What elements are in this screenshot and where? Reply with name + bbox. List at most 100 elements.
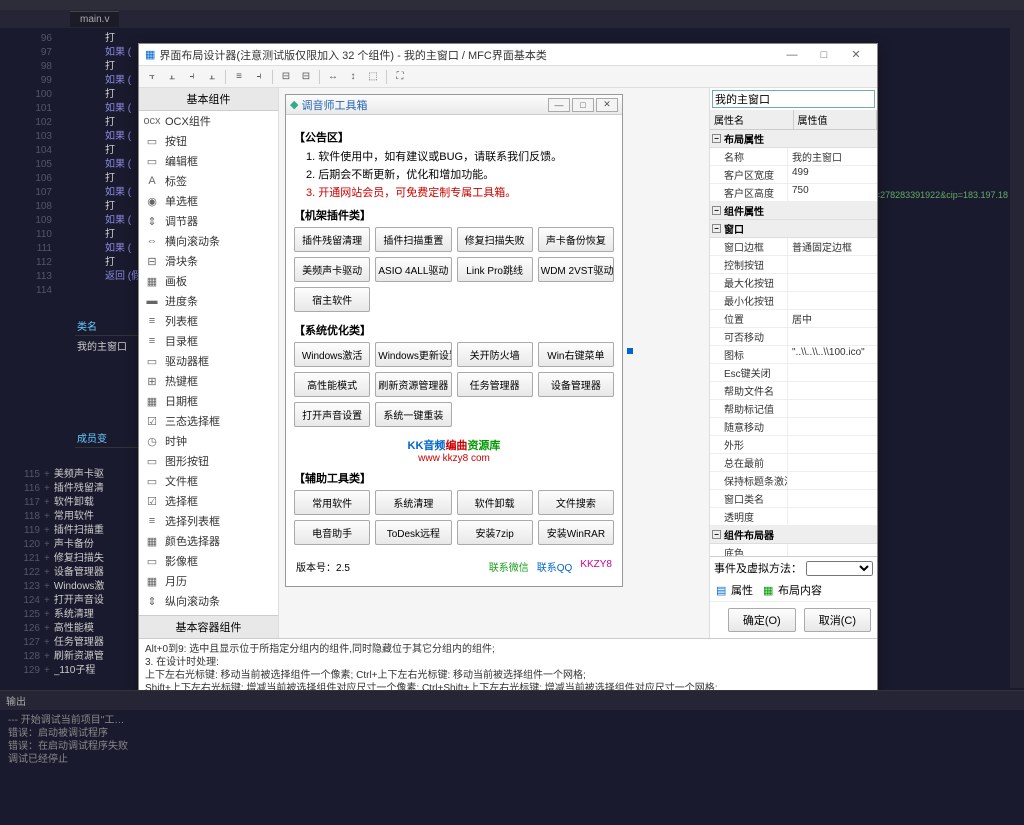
outline-item[interactable]: 123+Windows激 bbox=[20, 580, 135, 594]
outline-item[interactable]: 116+插件残留清 bbox=[20, 482, 135, 496]
palette-item[interactable]: ☑选择框 bbox=[139, 491, 278, 511]
align-right-icon[interactable]: ⫠ bbox=[163, 68, 181, 86]
align-top-icon[interactable]: ⫞ bbox=[183, 68, 201, 86]
palette-item[interactable]: ▭驱动器框 bbox=[139, 351, 278, 371]
link-wechat[interactable]: 联系微信 bbox=[489, 559, 529, 574]
tool-button[interactable]: 宿主软件 bbox=[294, 287, 370, 312]
link-kkzy[interactable]: KKZY8 bbox=[580, 559, 612, 574]
tool-button[interactable]: Windows激活 bbox=[294, 342, 370, 367]
link-qq[interactable]: 联系QQ bbox=[537, 559, 573, 574]
palette-item[interactable]: ⊞热键框 bbox=[139, 371, 278, 391]
outline-item[interactable]: 119+插件扫描重 bbox=[20, 524, 135, 538]
outline-item[interactable]: 121+修复扫描失 bbox=[20, 552, 135, 566]
tool-button[interactable]: 打开声音设置 bbox=[294, 402, 370, 427]
prop-row[interactable]: 窗口类名 bbox=[710, 490, 877, 508]
palette-item[interactable]: ▬进度条 bbox=[139, 291, 278, 311]
same-height-icon[interactable]: ↕ bbox=[344, 68, 362, 86]
palette-item[interactable]: A标签 bbox=[139, 171, 278, 191]
prop-group[interactable]: −组件布局器 bbox=[710, 526, 877, 544]
distribute-v-icon[interactable]: ⊟ bbox=[297, 68, 315, 86]
tool-button[interactable]: ToDesk远程 bbox=[375, 520, 451, 545]
maximize-icon[interactable]: □ bbox=[809, 46, 839, 64]
palette-item[interactable]: ◷时钟 bbox=[139, 431, 278, 451]
palette-item[interactable]: ▭文件框 bbox=[139, 471, 278, 491]
palette-item[interactable]: ▭编辑框 bbox=[139, 151, 278, 171]
palette-item[interactable]: ocxOCX组件 bbox=[139, 111, 278, 131]
palette-item[interactable]: ◉单选框 bbox=[139, 191, 278, 211]
outline-item[interactable]: 117+软件卸载 bbox=[20, 496, 135, 510]
tool-button[interactable]: 设备管理器 bbox=[538, 372, 614, 397]
selection-handle[interactable] bbox=[627, 348, 633, 354]
outline-item[interactable]: 126+高性能模 bbox=[20, 622, 135, 636]
expand-icon[interactable]: ⛶ bbox=[391, 68, 409, 86]
tool-button[interactable]: 安装WinRAR bbox=[538, 520, 614, 545]
tool-button[interactable]: ASIO 4ALL驱动 bbox=[375, 257, 451, 282]
prop-row[interactable]: 帮助文件名 bbox=[710, 382, 877, 400]
component-selector[interactable] bbox=[712, 90, 875, 108]
palette-item[interactable]: ▦日期框 bbox=[139, 391, 278, 411]
tool-button[interactable]: 刷新资源管理器 bbox=[375, 372, 451, 397]
prop-row[interactable]: Esc键关闭 bbox=[710, 364, 877, 382]
dialog-titlebar[interactable]: ▦ 界面布局设计器(注意测试版仅限加入 32 个组件) - 我的主窗口 / MF… bbox=[139, 44, 877, 66]
prop-row[interactable]: 透明度 bbox=[710, 508, 877, 526]
tool-button[interactable]: 电音助手 bbox=[294, 520, 370, 545]
prop-row[interactable]: 外形 bbox=[710, 436, 877, 454]
outline-item[interactable]: 128+刷新资源管 bbox=[20, 650, 135, 664]
prop-row[interactable]: 随意移动 bbox=[710, 418, 877, 436]
tool-button[interactable]: WDM 2VST驱动 bbox=[538, 257, 614, 282]
tool-button[interactable]: 声卡备份恢复 bbox=[538, 227, 614, 252]
tool-button[interactable]: Windows更新设置 bbox=[375, 342, 451, 367]
tool-button[interactable]: 系统清理 bbox=[375, 490, 451, 515]
ok-button[interactable]: 确定(O) bbox=[728, 608, 796, 632]
prop-row[interactable]: 客户区宽度499 bbox=[710, 166, 877, 184]
palette-item[interactable]: ⇕调节器 bbox=[139, 211, 278, 231]
prop-row[interactable]: 可否移动 bbox=[710, 328, 877, 346]
tool-button[interactable]: 高性能模式 bbox=[294, 372, 370, 397]
same-width-icon[interactable]: ↔ bbox=[324, 68, 342, 86]
tool-button[interactable]: 修复扫描失败 bbox=[457, 227, 533, 252]
prop-row[interactable]: 图标"..\\..\\..\\100.ico" bbox=[710, 346, 877, 364]
tab-layout-content[interactable]: ▦布局内容 bbox=[763, 582, 822, 598]
tool-titlebar[interactable]: ◆ 调音师工具箱 — □ ✕ bbox=[286, 95, 622, 115]
palette-item[interactable]: ▦画板 bbox=[139, 271, 278, 291]
outline-item[interactable]: 125+系统清理 bbox=[20, 608, 135, 622]
align-center-h-icon[interactable]: ≡ bbox=[230, 68, 248, 86]
align-left-icon[interactable]: ⫟ bbox=[143, 68, 161, 86]
prop-group[interactable]: −窗口 bbox=[710, 220, 877, 238]
tool-button[interactable]: 任务管理器 bbox=[457, 372, 533, 397]
tool-button[interactable]: 软件卸载 bbox=[457, 490, 533, 515]
tool-button[interactable]: Link Pro跳线 bbox=[457, 257, 533, 282]
palette-item[interactable]: ▭按钮 bbox=[139, 131, 278, 151]
scrollbar[interactable] bbox=[1010, 28, 1024, 688]
prop-group[interactable]: −布局属性 bbox=[710, 130, 877, 148]
tool-button[interactable]: 文件搜索 bbox=[538, 490, 614, 515]
palette-item[interactable]: ▦月历 bbox=[139, 571, 278, 591]
prop-row[interactable]: 名称我的主窗口 bbox=[710, 148, 877, 166]
tool-max-icon[interactable]: □ bbox=[572, 98, 594, 112]
outline-item[interactable]: 127+任务管理器 bbox=[20, 636, 135, 650]
same-size-icon[interactable]: ⬚ bbox=[364, 68, 382, 86]
prop-row[interactable]: 帮助标记值 bbox=[710, 400, 877, 418]
distribute-h-icon[interactable]: ⊟ bbox=[277, 68, 295, 86]
outline-item[interactable]: 115+美频声卡驱 bbox=[20, 468, 135, 482]
tool-button[interactable]: Win右键菜单 bbox=[538, 342, 614, 367]
tab-properties[interactable]: ▤属性 bbox=[716, 582, 753, 598]
outline-item[interactable]: 118+常用软件 bbox=[20, 510, 135, 524]
file-tab[interactable]: main.v bbox=[70, 11, 119, 27]
prop-group[interactable]: −组件属性 bbox=[710, 202, 877, 220]
palette-item[interactable]: ⇕纵向滚动条 bbox=[139, 591, 278, 611]
tool-button[interactable]: 系统一键重装 bbox=[375, 402, 451, 427]
palette-footer[interactable]: 基本容器组件 bbox=[139, 615, 278, 638]
events-select[interactable] bbox=[806, 561, 873, 576]
prop-row[interactable]: 客户区高度750 bbox=[710, 184, 877, 202]
palette-item[interactable]: ≡目录框 bbox=[139, 331, 278, 351]
tool-button[interactable]: 插件残留清理 bbox=[294, 227, 370, 252]
outline-item[interactable]: 122+设备管理器 bbox=[20, 566, 135, 580]
tool-button[interactable]: 关开防火墙 bbox=[457, 342, 533, 367]
minimize-icon[interactable]: — bbox=[777, 46, 807, 64]
palette-item[interactable]: ▭影像框 bbox=[139, 551, 278, 571]
prop-row[interactable]: 控制按钮 bbox=[710, 256, 877, 274]
tool-button[interactable]: 常用软件 bbox=[294, 490, 370, 515]
cancel-button[interactable]: 取消(C) bbox=[804, 608, 871, 632]
prop-row[interactable]: 窗口边框普通固定边框 bbox=[710, 238, 877, 256]
